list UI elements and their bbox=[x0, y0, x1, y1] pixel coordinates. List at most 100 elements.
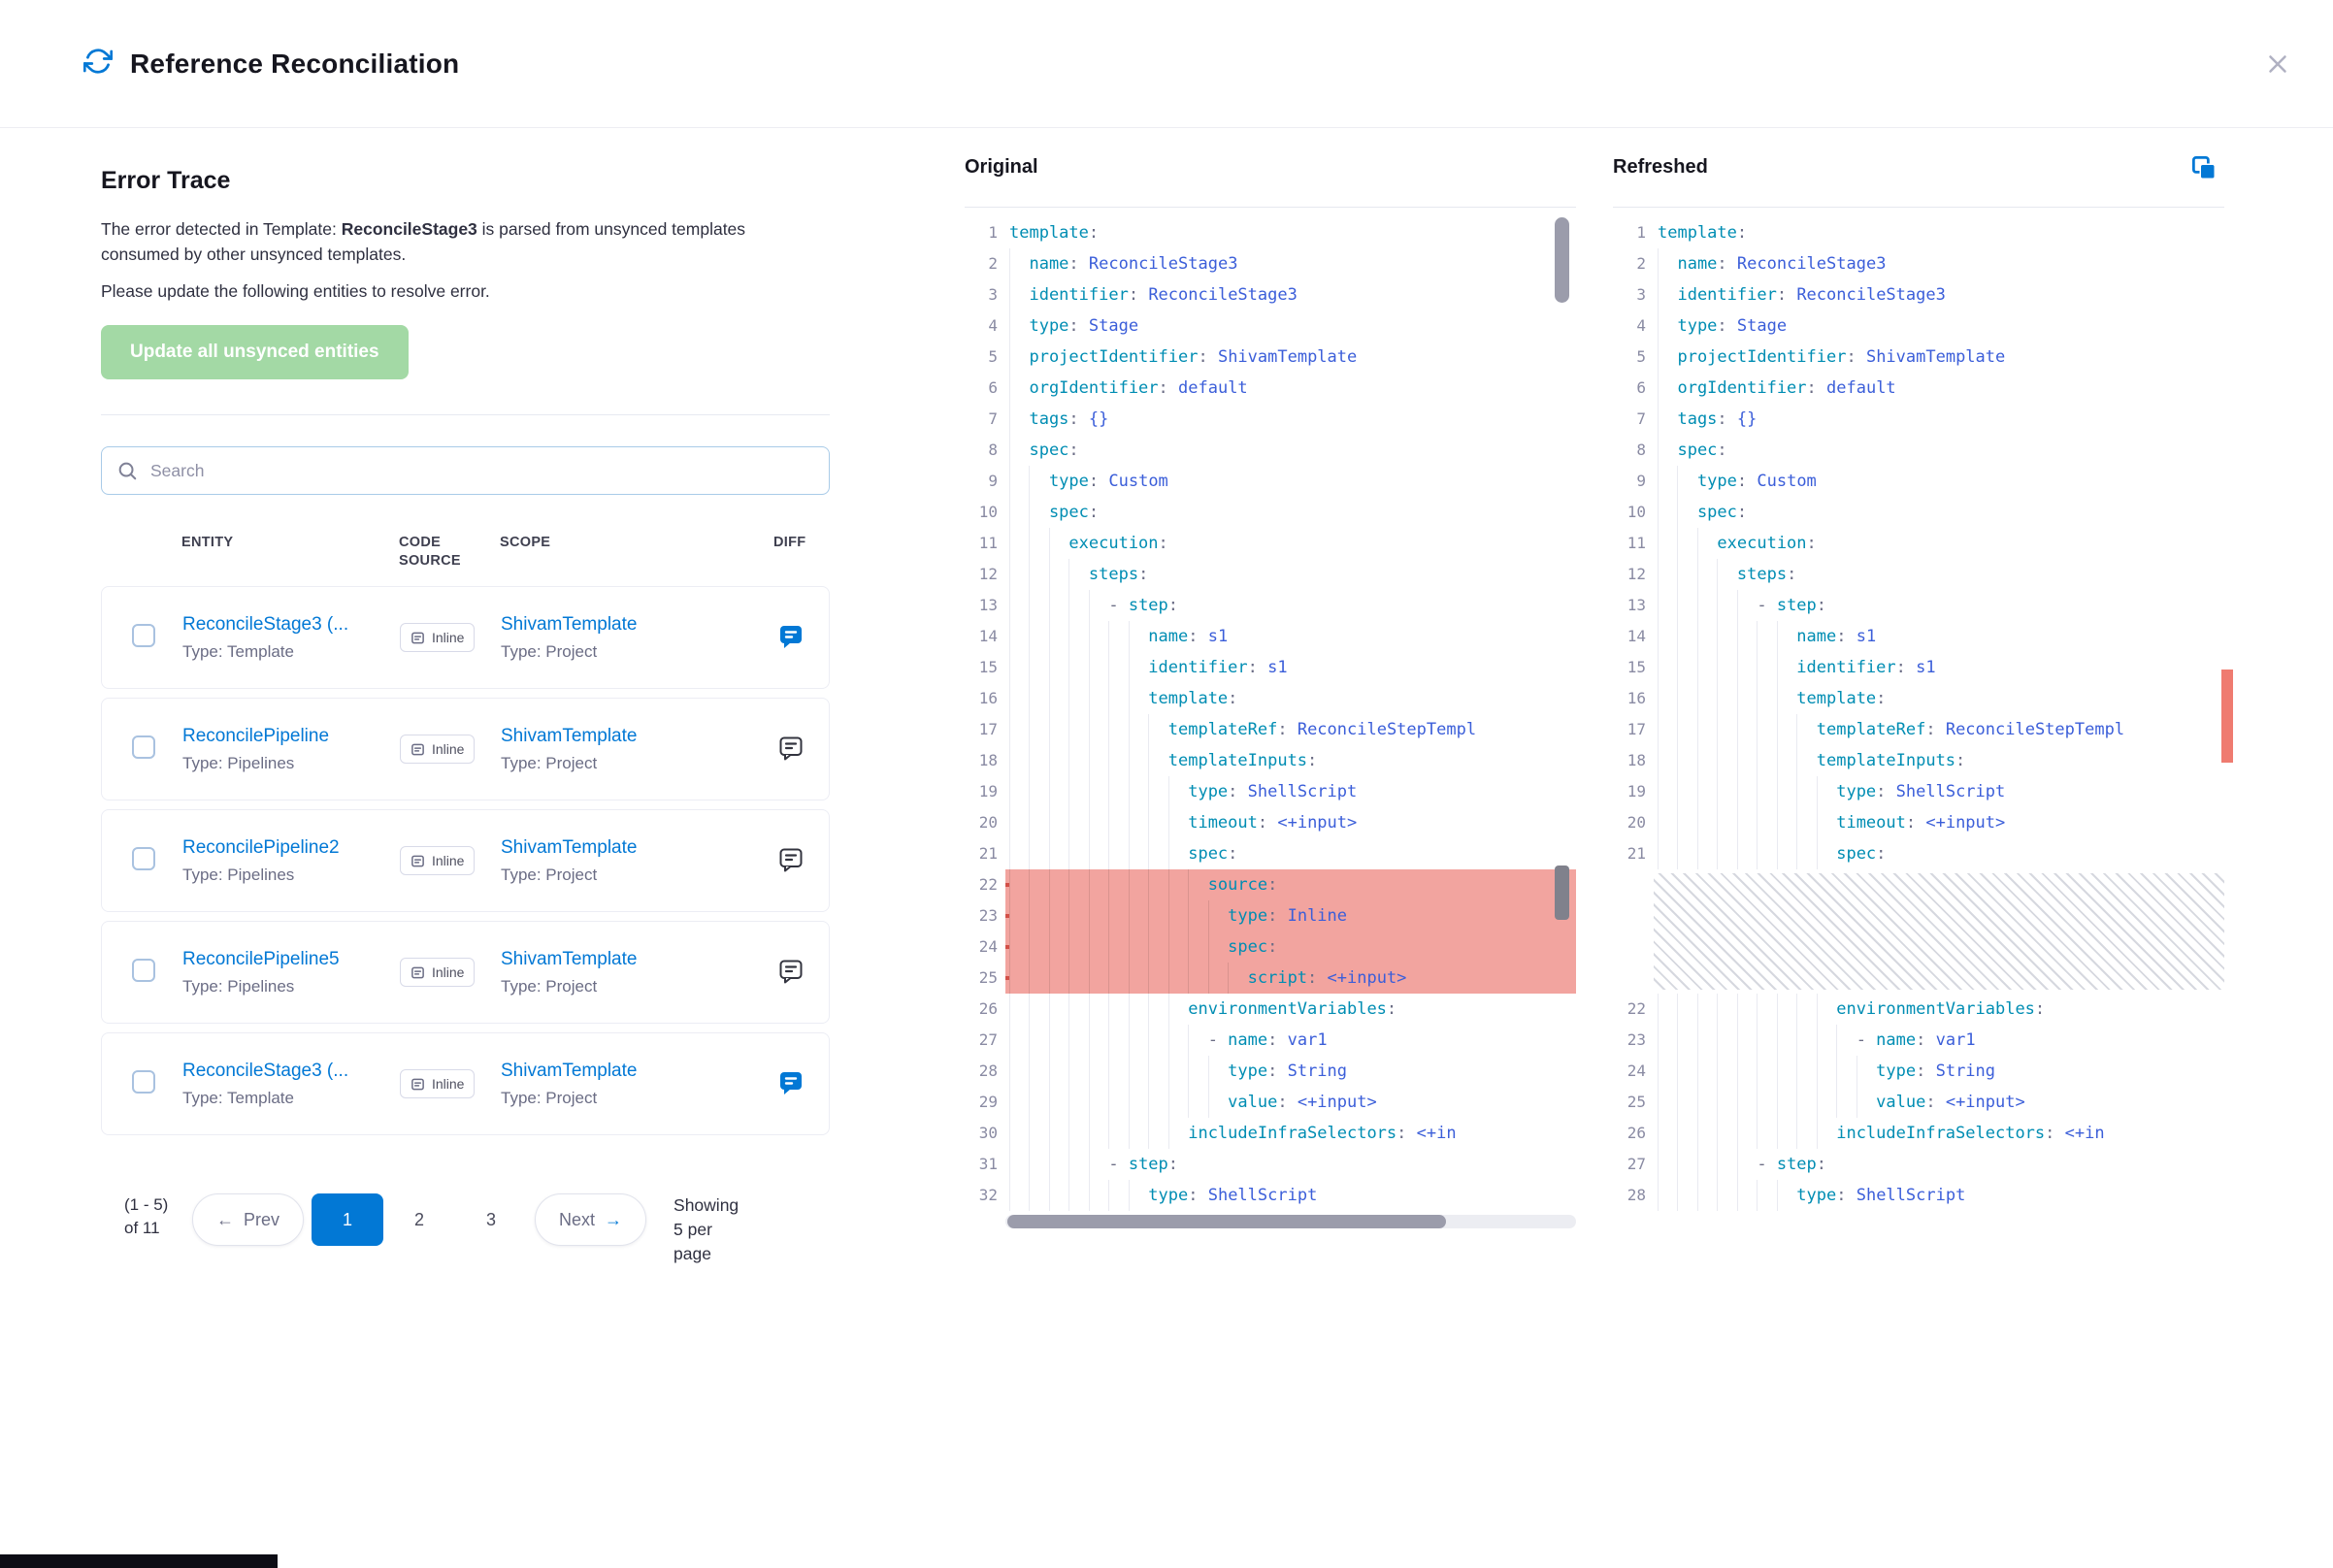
code-line: 24type: String bbox=[1613, 1056, 2224, 1087]
scope-type-label: Type: Project bbox=[501, 754, 774, 773]
refreshed-title: Refreshed bbox=[1613, 156, 1708, 179]
code-line: 27- step: bbox=[1613, 1149, 2224, 1180]
entity-row: ReconcilePipeline5 Type: PipelinesInline S… bbox=[101, 921, 830, 1024]
line-number: 9 bbox=[965, 466, 998, 497]
code-source-label: Inline bbox=[432, 630, 464, 645]
code-source-badge: Inline bbox=[400, 735, 475, 764]
horizontal-scrollbar-thumb[interactable] bbox=[1007, 1215, 1446, 1228]
dialog-body: Error Trace The error detected in Templa… bbox=[0, 128, 2333, 1266]
line-number: 7 bbox=[1613, 404, 1646, 435]
header-diff: DIFF bbox=[773, 534, 830, 571]
code-source-label: Inline bbox=[432, 1076, 464, 1092]
diff-viewer: Original 1template:2name: ReconcileStage… bbox=[965, 128, 2224, 1266]
code-line: 32type: ShellScript bbox=[965, 1180, 1576, 1211]
copy-icon bbox=[2189, 153, 2218, 182]
line-number: 2 bbox=[965, 248, 998, 279]
entity-type-label: Type: Pipelines bbox=[182, 977, 400, 996]
code-source-badge: Inline bbox=[400, 958, 475, 987]
code-line: 26includeInfraSelectors: <+in bbox=[1613, 1118, 2224, 1149]
diff-note-icon bbox=[776, 734, 805, 763]
horizontal-scrollbar[interactable] bbox=[1005, 1215, 1576, 1228]
line-number: 15 bbox=[1613, 652, 1646, 683]
line-number: 19 bbox=[1613, 776, 1646, 807]
diff-overview-marker bbox=[2221, 670, 2233, 763]
scope-link[interactable]: ShivamTemplate bbox=[501, 726, 774, 747]
entity-name-link[interactable]: ReconcilePipeline bbox=[182, 726, 400, 747]
header-entity: ENTITY bbox=[181, 534, 399, 571]
reference-reconciliation-dialog: Reference Reconciliation Error Trace The… bbox=[0, 0, 2333, 1266]
code-line: 25value: <+input> bbox=[1613, 1087, 2224, 1118]
code-line: 9type: Custom bbox=[1613, 466, 2224, 497]
next-button[interactable]: Next→ bbox=[535, 1193, 646, 1246]
view-diff-button[interactable] bbox=[774, 620, 807, 656]
line-number: 23 bbox=[1613, 1025, 1646, 1056]
prev-button[interactable]: ←Prev bbox=[192, 1193, 304, 1246]
error-instruction: Please update the following entities to … bbox=[101, 278, 786, 304]
code-line: 22source: bbox=[965, 869, 1576, 900]
vertical-scrollbar-thumb[interactable] bbox=[1555, 217, 1569, 303]
view-diff-button[interactable] bbox=[774, 732, 807, 768]
arrow-left-icon: ← bbox=[216, 1210, 234, 1230]
line-number: 9 bbox=[1613, 466, 1646, 497]
code-line: 17templateRef: ReconcileStepTempl bbox=[965, 714, 1576, 745]
code-line: 7tags: {} bbox=[965, 404, 1576, 435]
line-number: 16 bbox=[965, 683, 998, 714]
code-line: 18templateInputs: bbox=[1613, 745, 2224, 776]
copy-button[interactable] bbox=[2184, 147, 2224, 188]
line-number: 30 bbox=[965, 1118, 998, 1149]
line-number: 20 bbox=[1613, 807, 1646, 838]
code-line: 2name: ReconcileStage3 bbox=[965, 248, 1576, 279]
code-line: 8spec: bbox=[965, 435, 1576, 466]
refreshed-code[interactable]: 1template:2name: ReconcileStage33identif… bbox=[1613, 208, 2224, 1211]
view-diff-button[interactable] bbox=[774, 955, 807, 991]
line-number: 16 bbox=[1613, 683, 1646, 714]
view-diff-button[interactable] bbox=[774, 1066, 807, 1102]
page-2-button[interactable]: 2 bbox=[383, 1193, 455, 1246]
code-source-badge: Inline bbox=[400, 846, 475, 875]
entity-checkbox[interactable] bbox=[132, 735, 155, 759]
scope-link[interactable]: ShivamTemplate bbox=[501, 1061, 774, 1082]
line-number: 8 bbox=[965, 435, 998, 466]
line-number: 1 bbox=[965, 217, 998, 248]
update-all-button[interactable]: Update all unsynced entities bbox=[101, 325, 409, 379]
entity-name-link[interactable]: ReconcilePipeline2 bbox=[182, 837, 400, 859]
entity-checkbox[interactable] bbox=[132, 847, 155, 870]
code-line: 28type: String bbox=[965, 1056, 1576, 1087]
line-number: 32 bbox=[965, 1180, 998, 1211]
code-line: 13- step: bbox=[1613, 590, 2224, 621]
entity-name-link[interactable]: ReconcilePipeline5 bbox=[182, 949, 400, 970]
code-line: 7tags: {} bbox=[1613, 404, 2224, 435]
line-number: 27 bbox=[965, 1025, 998, 1056]
original-panel: Original 1template:2name: ReconcileStage… bbox=[965, 128, 1576, 1266]
entity-checkbox[interactable] bbox=[132, 1070, 155, 1094]
code-line: 29value: <+input> bbox=[965, 1087, 1576, 1118]
header-code-source: CODE SOURCE bbox=[399, 534, 500, 571]
entity-checkbox[interactable] bbox=[132, 624, 155, 647]
diff-note-icon bbox=[776, 1068, 805, 1097]
line-number: 24 bbox=[965, 931, 998, 963]
error-template-name: ReconcileStage3 bbox=[342, 219, 477, 239]
page-3-button[interactable]: 3 bbox=[455, 1193, 527, 1246]
code-line: 11execution: bbox=[1613, 528, 2224, 559]
entity-checkbox[interactable] bbox=[132, 959, 155, 982]
scope-link[interactable]: ShivamTemplate bbox=[501, 614, 774, 636]
view-diff-button[interactable] bbox=[774, 843, 807, 879]
code-line: 1template: bbox=[1613, 217, 2224, 248]
search-input[interactable] bbox=[101, 446, 830, 495]
code-line: 26environmentVariables: bbox=[965, 994, 1576, 1025]
entity-name-link[interactable]: ReconcileStage3 (... bbox=[182, 614, 400, 636]
code-line: 14name: s1 bbox=[1613, 621, 2224, 652]
entity-name-link[interactable]: ReconcileStage3 (... bbox=[182, 1061, 400, 1082]
line-number: 15 bbox=[965, 652, 998, 683]
inline-source-icon bbox=[411, 854, 425, 868]
next-label: Next bbox=[559, 1210, 595, 1230]
scope-link[interactable]: ShivamTemplate bbox=[501, 837, 774, 859]
page-1-button[interactable]: 1 bbox=[312, 1193, 383, 1246]
error-description-text: The error detected in Template: bbox=[101, 219, 342, 239]
scope-link[interactable]: ShivamTemplate bbox=[501, 949, 774, 970]
close-button[interactable] bbox=[2257, 44, 2298, 84]
per-page-label: Showing 5 per page bbox=[674, 1193, 751, 1266]
entity-table-header: ENTITY CODE SOURCE SCOPE DIFF bbox=[181, 534, 830, 571]
code-line: 15identifier: s1 bbox=[965, 652, 1576, 683]
original-code[interactable]: 1template:2name: ReconcileStage33identif… bbox=[965, 208, 1576, 1211]
